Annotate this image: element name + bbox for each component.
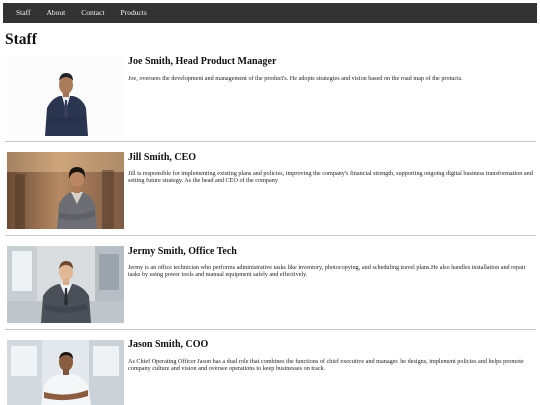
nav-link-about[interactable]: About [38, 3, 73, 23]
staff-photo-jason [7, 340, 124, 405]
staff-description: As Chief Operating Officer Jason has a d… [128, 358, 524, 373]
nav-link-contact[interactable]: Contact [73, 3, 112, 23]
staff-name: Joe Smith, Head Product Manager [128, 56, 277, 67]
divider [5, 329, 536, 330]
staff-description: Joe, oversees the development and manage… [128, 75, 463, 82]
divider [5, 141, 536, 142]
divider [5, 235, 536, 236]
staff-description: Jill is responsible for implementing exi… [128, 170, 533, 185]
staff-photo-joe [7, 56, 124, 136]
nav-link-products[interactable]: Products [113, 3, 155, 23]
page-title: Staff [5, 31, 37, 48]
staff-name: Jason Smith, COO [128, 339, 209, 350]
top-navbar: Staff About Contact Products [3, 3, 537, 23]
nav-link-staff[interactable]: Staff [8, 3, 38, 23]
staff-description: Jermy is an office technician who perfor… [128, 264, 526, 279]
staff-name: Jill Smith, CEO [128, 152, 197, 163]
staff-photo-jermy [7, 246, 124, 323]
staff-name: Jermy Smith, Office Tech [128, 246, 237, 257]
staff-photo-jill [7, 152, 124, 229]
